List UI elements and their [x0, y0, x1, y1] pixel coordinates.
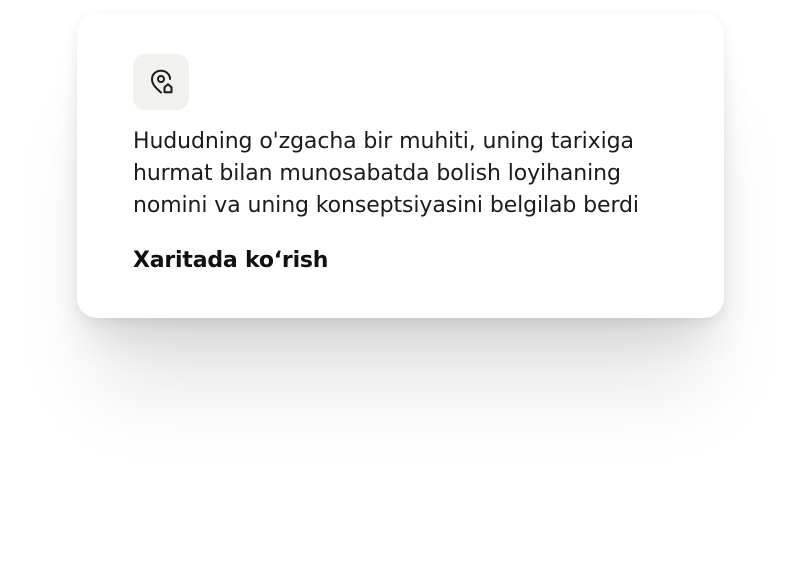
map-pin-home-icon: [151, 69, 173, 94]
view-on-map-link[interactable]: Xaritada ko‘rish: [133, 246, 328, 276]
info-card: Hududning o'zgacha bir muhiti, uning tar…: [77, 14, 724, 318]
card-description: Hududning o'zgacha bir muhiti, uning tar…: [133, 129, 639, 218]
location-icon-badge: [133, 54, 189, 110]
